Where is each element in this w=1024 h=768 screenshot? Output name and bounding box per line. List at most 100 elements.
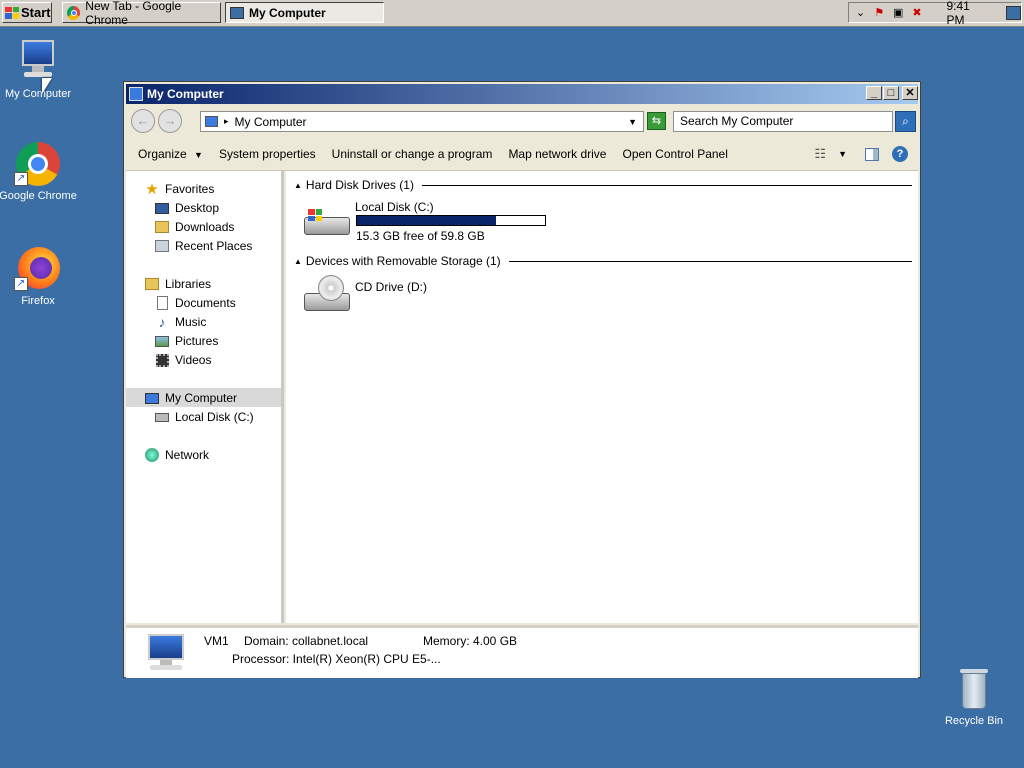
address-bar[interactable]: ▸ My Computer ▼: [200, 111, 644, 132]
pictures-icon: [154, 333, 170, 349]
minimize-button[interactable]: _: [866, 86, 882, 100]
group-label: Hard Disk Drives (1): [305, 178, 414, 192]
libraries-icon: [144, 276, 160, 292]
breadcrumb[interactable]: My Computer: [235, 115, 307, 129]
computer-icon: [129, 87, 143, 101]
desktop-icon-label: Recycle Bin: [944, 715, 1004, 727]
search-input[interactable]: Search My Computer: [673, 111, 893, 132]
music-icon: ♪: [158, 314, 166, 330]
taskbar-item-my-computer[interactable]: My Computer: [225, 2, 384, 23]
desktop-icon-label: My Computer: [4, 88, 72, 100]
group-divider: [508, 260, 912, 262]
maximize-button[interactable]: □: [883, 86, 899, 100]
group-header-removable[interactable]: ▲ Devices with Removable Storage (1): [294, 254, 912, 268]
window-title: My Computer: [147, 87, 224, 101]
group-label: Devices with Removable Storage (1): [305, 254, 501, 268]
drive-item-c[interactable]: Local Disk (C:) 15.3 GB free of 59.8 GB: [302, 200, 602, 247]
computer-name: VM1: [204, 634, 229, 648]
recycle-bin-icon: [950, 665, 998, 713]
firefox-icon: ↗: [14, 245, 62, 293]
close-button[interactable]: ✕: [902, 86, 918, 100]
organize-button[interactable]: Organize ▼: [138, 147, 203, 161]
nav-local-disk[interactable]: Local Disk (C:): [154, 408, 254, 426]
collapse-icon: ▲: [294, 180, 302, 190]
desktop-icon-chrome[interactable]: ↗ Google Chrome: [0, 140, 78, 202]
desktop-icon-label: Google Chrome: [0, 190, 77, 202]
group-header-hard-disk[interactable]: ▲ Hard Disk Drives (1): [294, 178, 912, 192]
nav-label: Downloads: [175, 220, 235, 234]
drive-free-space: 15.3 GB free of 59.8 GB: [356, 229, 485, 243]
cd-drive-icon: [304, 275, 350, 315]
back-button[interactable]: ←: [131, 109, 155, 133]
action-center-icon[interactable]: ⚑: [872, 5, 887, 21]
clock[interactable]: 9:41 PM: [946, 0, 988, 27]
nav-recent-places[interactable]: Recent Places: [154, 237, 252, 255]
refresh-button[interactable]: ⇆: [647, 112, 666, 130]
system-tray: ⌄ ⚑ ▣ ✖ 9:41 PM: [848, 0, 1022, 27]
chevron-down-icon: ▼: [194, 150, 203, 160]
nav-label: Network: [165, 448, 210, 462]
map-network-drive-button[interactable]: Map network drive: [508, 147, 606, 161]
nav-label: Videos: [175, 353, 212, 367]
window-titlebar[interactable]: My Computer: [126, 84, 918, 104]
address-dropdown-icon[interactable]: ▼: [628, 117, 637, 127]
open-control-panel-button[interactable]: Open Control Panel: [622, 147, 727, 161]
usage-bar-fill: [357, 216, 497, 225]
videos-icon: [154, 352, 170, 368]
nav-downloads[interactable]: Downloads: [154, 218, 234, 236]
nav-libraries[interactable]: Libraries: [144, 275, 211, 293]
desktop-icon-firefox[interactable]: ↗ Firefox: [0, 245, 78, 307]
system-properties-button[interactable]: System properties: [219, 147, 316, 161]
domain-info: Domain: collabnet.local: [244, 634, 369, 648]
nav-music[interactable]: ♪ Music: [154, 313, 207, 331]
nav-my-computer[interactable]: My Computer: [144, 389, 237, 407]
help-icon[interactable]: ?: [892, 146, 908, 162]
recent-places-icon: [154, 238, 170, 254]
drive-name: Local Disk (C:): [355, 200, 434, 214]
nav-videos[interactable]: Videos: [154, 351, 211, 369]
computer-icon: [230, 6, 244, 19]
star-icon: ★: [145, 181, 159, 198]
nav-label: Documents: [175, 296, 236, 310]
network-icon: [144, 447, 160, 463]
nav-desktop[interactable]: Desktop: [154, 199, 219, 217]
drive-name: CD Drive (D:): [355, 280, 427, 294]
desktop-icon: [154, 200, 170, 216]
chevron-down-icon[interactable]: ⌄: [853, 5, 868, 21]
nav-label: Pictures: [175, 334, 219, 348]
hard-drive-icon: [304, 209, 350, 237]
desktop-icon-recycle-bin[interactable]: Recycle Bin: [934, 665, 1014, 727]
command-bar: Organize ▼ System properties Uninstall o…: [126, 138, 918, 171]
view-options-icon[interactable]: ☷: [814, 146, 826, 162]
content-pane: ▲ Hard Disk Drives (1) Local Disk (C:) 1…: [286, 171, 918, 623]
taskbar-item-label: New Tab - Google Chrome: [85, 0, 182, 27]
uninstall-program-button[interactable]: Uninstall or change a program: [332, 147, 493, 161]
taskbar: Start New Tab - Google Chrome My Compute…: [0, 0, 1024, 27]
nav-network[interactable]: Network: [144, 446, 209, 464]
documents-icon: [154, 295, 170, 311]
memory-info: Memory: 4.00 GB: [423, 634, 518, 648]
nav-documents[interactable]: Documents: [154, 294, 236, 312]
nav-label: Recent Places: [175, 239, 253, 253]
navigation-bar: ← → ▸ My Computer ▼ ⇆ Search My Computer…: [126, 106, 918, 136]
start-button[interactable]: Start: [2, 2, 52, 23]
collapse-icon: ▲: [294, 256, 302, 266]
desktop-icon-my-computer[interactable]: My Computer: [0, 38, 78, 100]
nav-favorites[interactable]: ★ Favorites: [144, 180, 214, 198]
nav-pictures[interactable]: Pictures: [154, 332, 218, 350]
breadcrumb-arrow-icon[interactable]: ▸: [224, 116, 229, 127]
forward-button[interactable]: →: [158, 109, 182, 133]
nav-label: Libraries: [165, 277, 212, 291]
taskbar-item-chrome[interactable]: New Tab - Google Chrome: [62, 0, 221, 27]
drive-item-d[interactable]: CD Drive (D:): [302, 275, 602, 321]
usage-bar: [356, 215, 546, 226]
volume-muted-icon[interactable]: ✖: [910, 5, 925, 21]
search-icon[interactable]: ⌕: [895, 111, 916, 132]
computer-icon: [14, 38, 62, 86]
chrome-icon: ↗: [14, 140, 62, 188]
preview-pane-icon[interactable]: [865, 147, 879, 161]
chevron-down-icon[interactable]: ▼: [838, 149, 847, 159]
start-label: Start: [21, 5, 51, 20]
show-desktop-icon[interactable]: [1005, 5, 1021, 20]
network-icon[interactable]: ▣: [891, 5, 906, 21]
